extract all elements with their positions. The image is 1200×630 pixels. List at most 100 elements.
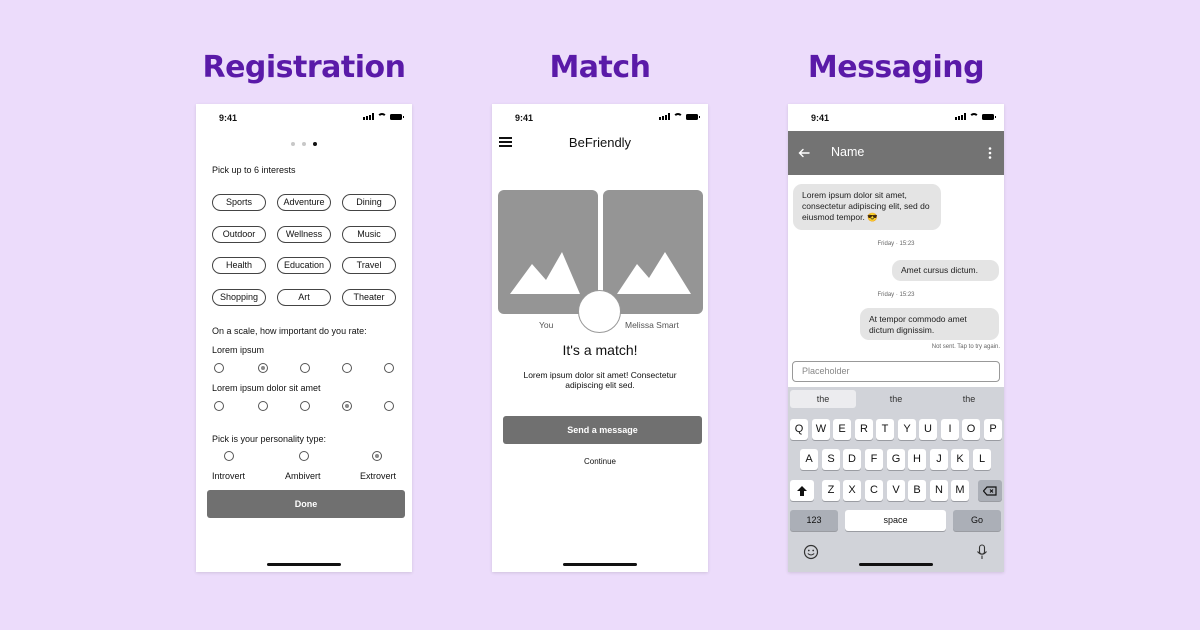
key[interactable]: M bbox=[951, 480, 969, 501]
interest-chip[interactable]: Sports bbox=[212, 194, 266, 211]
suggestion[interactable]: the bbox=[863, 390, 929, 408]
key[interactable]: X bbox=[843, 480, 861, 501]
suggestion[interactable]: the bbox=[936, 390, 1002, 408]
key[interactable]: K bbox=[951, 449, 969, 470]
key[interactable]: W bbox=[812, 419, 830, 440]
scale-item-label: Lorem ipsum bbox=[212, 345, 265, 355]
numbers-key[interactable]: 123 bbox=[790, 510, 838, 531]
arrow-left-icon[interactable] bbox=[798, 148, 810, 158]
space-key[interactable]: space bbox=[845, 510, 946, 531]
suggestion[interactable]: the bbox=[790, 390, 856, 408]
interest-chip[interactable]: Health bbox=[212, 257, 266, 274]
home-indicator[interactable] bbox=[563, 563, 637, 566]
microphone-icon[interactable] bbox=[976, 544, 988, 560]
signal-icon bbox=[363, 113, 374, 120]
signal-icon bbox=[955, 113, 966, 120]
personality-label: Ambivert bbox=[285, 471, 321, 481]
key[interactable]: Q bbox=[790, 419, 808, 440]
status-time: 9:41 bbox=[515, 113, 534, 123]
backspace-icon[interactable] bbox=[978, 480, 1002, 501]
scale-radio[interactable] bbox=[214, 363, 224, 373]
go-key[interactable]: Go bbox=[953, 510, 1001, 531]
home-indicator[interactable] bbox=[267, 563, 341, 566]
interest-chip[interactable]: Outdoor bbox=[212, 226, 266, 243]
interest-chip[interactable]: Music bbox=[342, 226, 396, 243]
key[interactable]: R bbox=[855, 419, 873, 440]
scale-radio[interactable] bbox=[214, 401, 224, 411]
key[interactable]: A bbox=[800, 449, 818, 470]
message-incoming[interactable]: Lorem ipsum dolor sit amet, consectetur … bbox=[793, 184, 941, 230]
match-photo bbox=[603, 190, 703, 314]
personality-radio[interactable] bbox=[224, 451, 234, 461]
scale-radio[interactable] bbox=[258, 401, 268, 411]
key[interactable]: G bbox=[887, 449, 905, 470]
personality-radio-selected[interactable] bbox=[372, 451, 382, 461]
message-timestamp: Friday · 15:23 bbox=[877, 241, 915, 247]
interest-chip[interactable]: Adventure bbox=[277, 194, 331, 211]
interest-chip[interactable]: Theater bbox=[342, 289, 396, 306]
done-button[interactable]: Done bbox=[207, 490, 405, 518]
key[interactable]: T bbox=[876, 419, 894, 440]
message-outgoing[interactable]: At tempor commodo amet dictum dignissim. bbox=[860, 308, 999, 340]
scale-radio[interactable] bbox=[342, 363, 352, 373]
shift-icon[interactable] bbox=[790, 480, 814, 501]
key[interactable]: O bbox=[962, 419, 980, 440]
key[interactable]: P bbox=[984, 419, 1002, 440]
image-placeholder-icon bbox=[617, 252, 691, 294]
interests-prompt: Pick up to 6 interests bbox=[212, 165, 296, 175]
interest-chip[interactable]: Wellness bbox=[277, 226, 331, 243]
send-message-button[interactable]: Send a message bbox=[503, 416, 702, 444]
key[interactable]: E bbox=[833, 419, 851, 440]
key[interactable]: S bbox=[822, 449, 840, 470]
scale-radio[interactable] bbox=[300, 363, 310, 373]
interest-chip[interactable]: Art bbox=[277, 289, 331, 306]
scale-item-label: Lorem ipsum dolor sit amet bbox=[212, 383, 321, 393]
avatar bbox=[578, 290, 621, 333]
key[interactable]: V bbox=[887, 480, 905, 501]
key[interactable]: B bbox=[908, 480, 926, 501]
title-messaging: Messaging bbox=[807, 50, 985, 85]
key[interactable]: H bbox=[908, 449, 926, 470]
wifi-icon bbox=[377, 113, 387, 120]
personality-prompt: Pick is your personality type: bbox=[212, 434, 327, 444]
app-title: BeFriendly bbox=[568, 135, 632, 150]
message-outgoing[interactable]: Amet cursus dictum. bbox=[892, 260, 999, 281]
interest-chip[interactable]: Shopping bbox=[212, 289, 266, 306]
title-match: Match bbox=[549, 50, 651, 85]
key[interactable]: J bbox=[930, 449, 948, 470]
message-input[interactable]: Placeholder bbox=[792, 361, 1000, 382]
interest-chip[interactable]: Education bbox=[277, 257, 331, 274]
message-timestamp: Friday · 15:23 bbox=[877, 292, 915, 298]
key[interactable]: L bbox=[973, 449, 991, 470]
key[interactable]: D bbox=[843, 449, 861, 470]
interest-chip[interactable]: Dining bbox=[342, 194, 396, 211]
scale-radio[interactable] bbox=[384, 363, 394, 373]
keyboard: the the the Q W E R T Y U I O P A S D F … bbox=[788, 387, 1004, 572]
key[interactable]: N bbox=[930, 480, 948, 501]
kebab-menu-icon[interactable] bbox=[988, 147, 992, 159]
key[interactable]: U bbox=[919, 419, 937, 440]
match-headline: It's a match! bbox=[562, 342, 638, 358]
chat-header: Name bbox=[788, 131, 1004, 175]
personality-radio[interactable] bbox=[299, 451, 309, 461]
signal-icon bbox=[659, 113, 670, 120]
messaging-phone: 9:41 Name Lorem ipsum dolor sit amet, co… bbox=[788, 104, 1004, 572]
scale-radio-selected[interactable] bbox=[258, 363, 268, 373]
key[interactable]: I bbox=[941, 419, 959, 440]
continue-link[interactable]: Continue bbox=[492, 457, 708, 466]
interest-chip[interactable]: Travel bbox=[342, 257, 396, 274]
emoji-icon[interactable] bbox=[803, 544, 819, 560]
home-indicator[interactable] bbox=[859, 563, 933, 566]
wifi-icon bbox=[673, 113, 683, 120]
battery-icon bbox=[982, 113, 996, 120]
personality-label: Introvert bbox=[212, 471, 246, 481]
scale-radio-selected[interactable] bbox=[342, 401, 352, 411]
key[interactable]: F bbox=[865, 449, 883, 470]
key[interactable]: Y bbox=[898, 419, 916, 440]
key[interactable]: C bbox=[865, 480, 883, 501]
scale-radio[interactable] bbox=[300, 401, 310, 411]
scale-radio[interactable] bbox=[384, 401, 394, 411]
key[interactable]: Z bbox=[822, 480, 840, 501]
you-label: You bbox=[539, 320, 554, 330]
not-sent-notice[interactable]: Not sent. Tap to try again. bbox=[932, 344, 1000, 350]
